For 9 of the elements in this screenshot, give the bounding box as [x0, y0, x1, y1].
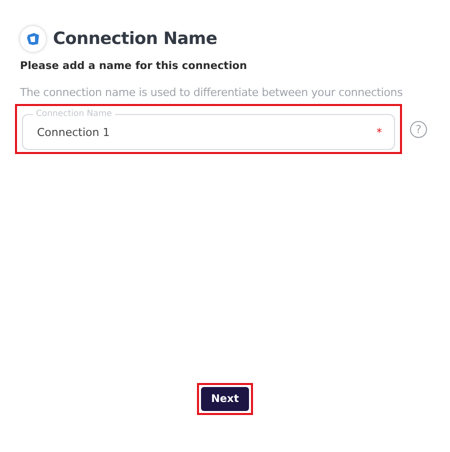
next-button[interactable]: Next [201, 387, 249, 411]
page-title: Connection Name [53, 29, 218, 49]
required-mark: * [376, 126, 382, 138]
field-label: Connection Name [35, 110, 113, 119]
logo-icon [20, 26, 46, 52]
description: The connection name is used to differentiate between your connections [20, 86, 404, 99]
connection-name-field[interactable]: Connection Name Connection 1 * [22, 110, 395, 150]
subtitle: Please add a name for this connection [20, 60, 248, 72]
field-value: Connection 1 [37, 126, 110, 138]
